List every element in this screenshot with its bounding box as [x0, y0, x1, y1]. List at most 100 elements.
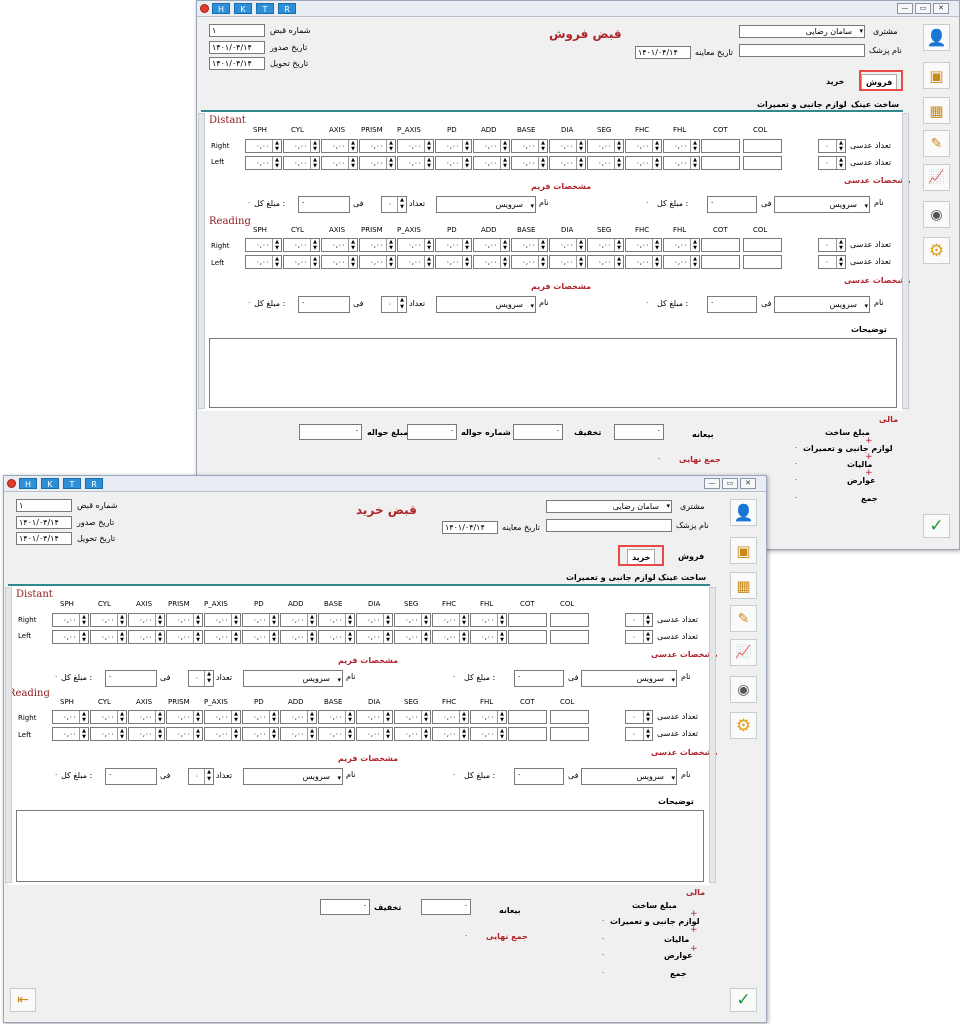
- left-cyl-spinner[interactable]: ۰,۰۰ ▲ ▼: [90, 727, 127, 741]
- left-dia-spinner[interactable]: ۰,۰۰ ▲ ▼: [356, 630, 393, 644]
- spin-arrows-icon[interactable]: ▲ ▼: [231, 614, 240, 626]
- minimize-button[interactable]: —: [897, 3, 913, 14]
- spin-arrows-icon[interactable]: ▲ ▼: [383, 614, 392, 626]
- spin-arrows-icon[interactable]: ▲ ▼: [836, 140, 845, 152]
- spin-arrows-icon[interactable]: ▲ ▼: [193, 631, 202, 643]
- right-pd-spinner[interactable]: ۰,۰۰ ▲ ▼: [242, 710, 279, 724]
- right-p_axis-spinner[interactable]: ۰,۰۰ ▲ ▼: [397, 139, 434, 153]
- left-fhc-spinner[interactable]: ۰,۰۰ ▲ ▼: [625, 255, 662, 269]
- customer-select[interactable]: سامان رضایی ▾: [546, 500, 672, 513]
- frame-fee-field[interactable]: ۰: [105, 768, 157, 785]
- h-button[interactable]: H: [212, 3, 230, 14]
- spin-arrows-icon[interactable]: ▲ ▼: [500, 157, 509, 169]
- right-cot-field[interactable]: [508, 710, 547, 724]
- h-button[interactable]: H: [19, 478, 37, 489]
- minimize-button[interactable]: —: [704, 478, 720, 489]
- right-fhl-spinner[interactable]: ۰,۰۰ ▲ ▼: [663, 238, 700, 252]
- spin-arrows-icon[interactable]: ▲ ▼: [348, 157, 357, 169]
- deposit-field[interactable]: ۰: [614, 424, 664, 440]
- right-col-field[interactable]: [743, 238, 782, 252]
- right-cot-field[interactable]: [508, 613, 547, 627]
- spin-arrows-icon[interactable]: ▲ ▼: [272, 239, 281, 251]
- right-add-spinner[interactable]: ۰,۰۰ ▲ ▼: [280, 613, 317, 627]
- lens-count-left[interactable]: ۰ ▲ ▼: [818, 255, 846, 269]
- left-col-field[interactable]: [743, 255, 782, 269]
- left-dia-spinner[interactable]: ۰,۰۰ ▲ ▼: [549, 156, 586, 170]
- left-base-spinner[interactable]: ۰,۰۰ ▲ ▼: [318, 630, 355, 644]
- left-prism-spinner[interactable]: ۰,۰۰ ▲ ▼: [166, 630, 203, 644]
- left-prism-spinner[interactable]: ۰,۰۰ ▲ ▼: [359, 156, 396, 170]
- notes-textarea[interactable]: [16, 810, 704, 882]
- left-col-field[interactable]: [743, 156, 782, 170]
- left-add-spinner[interactable]: ۰,۰۰ ▲ ▼: [280, 727, 317, 741]
- frame-count-spinner[interactable]: ۰ ▲ ▼: [381, 296, 407, 313]
- tab-purchase[interactable]: خرید: [822, 74, 848, 89]
- discount-field[interactable]: ۰: [320, 899, 370, 915]
- lens-count-left[interactable]: ۰ ▲ ▼: [625, 630, 653, 644]
- spin-arrows-icon[interactable]: ▲ ▼: [386, 256, 395, 268]
- right-base-spinner[interactable]: ۰,۰۰ ▲ ▼: [511, 139, 548, 153]
- spin-arrows-icon[interactable]: ▲ ▼: [193, 711, 202, 723]
- exam-date-field[interactable]: ۱۴۰۱/۰۴/۱۴: [442, 521, 498, 534]
- spin-arrows-icon[interactable]: ▲ ▼: [459, 711, 468, 723]
- left-sph-spinner[interactable]: ۰,۰۰ ▲ ▼: [52, 630, 89, 644]
- spin-arrows-icon[interactable]: ▲ ▼: [117, 711, 126, 723]
- t-button[interactable]: T: [256, 3, 274, 14]
- left-dia-spinner[interactable]: ۰,۰۰ ▲ ▼: [356, 727, 393, 741]
- spin-arrows-icon[interactable]: ▲ ▼: [348, 239, 357, 251]
- spin-arrows-icon[interactable]: ▲ ▼: [424, 256, 433, 268]
- left-cyl-spinner[interactable]: ۰,۰۰ ▲ ▼: [283, 255, 320, 269]
- left-sph-spinner[interactable]: ۰,۰۰ ▲ ▼: [52, 727, 89, 741]
- spin-arrows-icon[interactable]: ▲ ▼: [193, 728, 202, 740]
- spin-arrows-icon[interactable]: ▲ ▼: [307, 631, 316, 643]
- left-cot-field[interactable]: [701, 156, 740, 170]
- payment-button[interactable]: ◉: [730, 676, 757, 703]
- spin-arrows-icon[interactable]: ▲ ▼: [690, 140, 699, 152]
- left-fhc-spinner[interactable]: ۰,۰۰ ▲ ▼: [432, 630, 469, 644]
- spin-arrows-icon[interactable]: ▲ ▼: [497, 614, 506, 626]
- right-sph-spinner[interactable]: ۰,۰۰ ▲ ▼: [245, 238, 282, 252]
- spin-arrows-icon[interactable]: ▲ ▼: [836, 157, 845, 169]
- spin-arrows-icon[interactable]: ▲ ▼: [204, 671, 213, 686]
- spin-arrows-icon[interactable]: ▲ ▼: [79, 631, 88, 643]
- maximize-button[interactable]: ▭: [915, 3, 931, 14]
- left-p_axis-spinner[interactable]: ۰,۰۰ ▲ ▼: [204, 630, 241, 644]
- left-cot-field[interactable]: [508, 727, 547, 741]
- left-add-spinner[interactable]: ۰,۰۰ ▲ ▼: [473, 255, 510, 269]
- left-seg-spinner[interactable]: ۰,۰۰ ▲ ▼: [394, 630, 431, 644]
- right-fhc-spinner[interactable]: ۰,۰۰ ▲ ▼: [625, 238, 662, 252]
- add-user-button[interactable]: 👤: [730, 499, 757, 526]
- spin-arrows-icon[interactable]: ▲ ▼: [269, 614, 278, 626]
- spin-arrows-icon[interactable]: ▲ ▼: [643, 728, 652, 740]
- right-base-spinner[interactable]: ۰,۰۰ ▲ ▼: [318, 613, 355, 627]
- spin-arrows-icon[interactable]: ▲ ▼: [421, 711, 430, 723]
- lens-count-left[interactable]: ۰ ▲ ▼: [818, 156, 846, 170]
- lens-fee-field[interactable]: ۰: [707, 296, 757, 313]
- left-scrollbar[interactable]: [198, 113, 205, 409]
- left-add-spinner[interactable]: ۰,۰۰ ▲ ▼: [280, 630, 317, 644]
- right-prism-spinner[interactable]: ۰,۰۰ ▲ ▼: [359, 238, 396, 252]
- spin-arrows-icon[interactable]: ▲ ▼: [421, 631, 430, 643]
- spin-arrows-icon[interactable]: ▲ ▼: [836, 239, 845, 251]
- right-seg-spinner[interactable]: ۰,۰۰ ▲ ▼: [587, 139, 624, 153]
- spin-arrows-icon[interactable]: ▲ ▼: [272, 140, 281, 152]
- frame-fee-field[interactable]: ۰: [105, 670, 157, 687]
- right-base-spinner[interactable]: ۰,۰۰ ▲ ▼: [511, 238, 548, 252]
- left-axis-spinner[interactable]: ۰,۰۰ ▲ ▼: [321, 156, 358, 170]
- right-dia-spinner[interactable]: ۰,۰۰ ▲ ▼: [549, 238, 586, 252]
- right-pd-spinner[interactable]: ۰,۰۰ ▲ ▼: [435, 238, 472, 252]
- left-cyl-spinner[interactable]: ۰,۰۰ ▲ ▼: [90, 630, 127, 644]
- left-sph-spinner[interactable]: ۰,۰۰ ▲ ▼: [245, 255, 282, 269]
- right-sph-spinner[interactable]: ۰,۰۰ ▲ ▼: [52, 613, 89, 627]
- right-sph-spinner[interactable]: ۰,۰۰ ▲ ▼: [245, 139, 282, 153]
- spin-arrows-icon[interactable]: ▲ ▼: [424, 140, 433, 152]
- k-button[interactable]: K: [41, 478, 59, 489]
- spin-arrows-icon[interactable]: ▲ ▼: [310, 256, 319, 268]
- right-col-field[interactable]: [550, 613, 589, 627]
- spin-arrows-icon[interactable]: ▲ ▼: [643, 614, 652, 626]
- left-fhl-spinner[interactable]: ۰,۰۰ ▲ ▼: [470, 727, 507, 741]
- calculator-button[interactable]: ▦: [730, 572, 757, 599]
- lens-count-right[interactable]: ۰ ▲ ▼: [625, 613, 653, 627]
- notes-textarea[interactable]: [209, 338, 897, 408]
- remittance-amount-field[interactable]: ۰: [299, 424, 362, 440]
